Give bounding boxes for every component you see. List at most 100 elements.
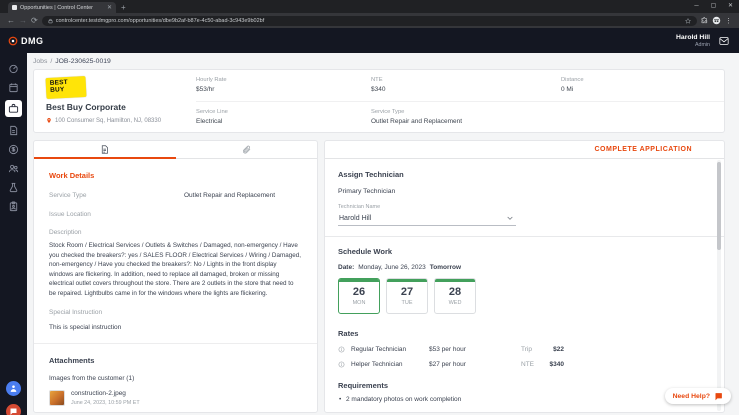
- primary-technician-label: Primary Technician: [338, 188, 396, 195]
- schedule-work-title: Schedule Work: [338, 247, 393, 256]
- complete-application-button[interactable]: COMPLETE APPLICATION: [595, 146, 693, 153]
- document-icon: [102, 145, 109, 154]
- job-fields-row-2: Service Line Electrical Service Type Out…: [196, 102, 724, 133]
- browser-tab[interactable]: Opportunities | Control Center ✕: [8, 2, 116, 13]
- date-chip-28[interactable]: 28 WED: [434, 278, 476, 314]
- technician-selected-value: Harold Hill: [339, 214, 372, 222]
- browser-urlbar: ← → ⟳ controlcenter.testdmgpro.com/oppor…: [0, 13, 739, 28]
- special-instruction-label: Special Instruction: [49, 309, 103, 317]
- work-details-card: Work Details Service Type Outlet Repair …: [33, 140, 318, 413]
- attachment-name[interactable]: construction-2.jpeg: [71, 390, 140, 397]
- card-scrollbar-thumb[interactable]: [717, 162, 721, 250]
- work-details-title: Work Details: [49, 171, 95, 180]
- distance-field: Distance 0 Mi: [561, 70, 724, 101]
- bookmark-star-icon[interactable]: [685, 17, 691, 24]
- chip-accent-bar: [339, 279, 379, 282]
- job-fields: Hourly Rate $53/hr NTE $340 Distance 0 M…: [196, 70, 724, 132]
- sidebar-item-payments[interactable]: [8, 143, 20, 155]
- section-divider: [325, 236, 724, 237]
- hourly-rate-label: Hourly Rate: [196, 77, 227, 83]
- tab-close-icon[interactable]: ✕: [107, 4, 112, 11]
- back-button[interactable]: ←: [7, 16, 15, 25]
- user-menu[interactable]: Harold Hill Admin: [676, 34, 710, 48]
- url-field[interactable]: controlcenter.testdmgpro.com/opportuniti…: [41, 15, 697, 26]
- rate-extra-value: $22: [553, 346, 564, 353]
- rate-extra-label: NTE: [521, 361, 534, 368]
- sidebar-item-labs[interactable]: [8, 181, 20, 193]
- attachment-thumbnail[interactable]: [49, 390, 65, 407]
- rate-extra-value: $340: [549, 361, 564, 368]
- attachments-title: Attachments: [49, 356, 95, 366]
- technician-select[interactable]: Harold Hill: [338, 211, 516, 226]
- date-chip-26[interactable]: 26 MON: [338, 278, 380, 314]
- sidebar-item-technicians[interactable]: [8, 162, 20, 174]
- chip-day: 28: [448, 286, 462, 298]
- chip-weekday: MON: [352, 300, 366, 306]
- rate-row-helper: Helper Technician $27 per hour NTE $340: [338, 361, 564, 368]
- window-close-button[interactable]: ✕: [722, 0, 739, 13]
- job-address: 100 Consumer Sq, Hamilton, NJ, 08330: [55, 117, 162, 124]
- date-label: Date:: [338, 264, 355, 271]
- chip-day: 26: [352, 286, 366, 298]
- chevron-down-icon: [507, 216, 513, 220]
- paperclip-icon: [242, 145, 251, 154]
- chat-widget-icon[interactable]: [6, 404, 21, 415]
- application-card: COMPLETE APPLICATION Assign Technician P…: [324, 140, 725, 413]
- chip-accent-bar: [435, 279, 475, 282]
- details-tabbar: [34, 141, 317, 159]
- refresh-button[interactable]: ⟳: [31, 16, 38, 25]
- chip-weekday: WED: [448, 300, 462, 306]
- job-summary-card: BEST BUY Best Buy Corporate 100 Consumer…: [33, 69, 725, 133]
- info-icon[interactable]: [338, 361, 345, 368]
- breadcrumb-separator: /: [50, 58, 53, 65]
- detail-service-type-label: Service Type: [49, 192, 87, 199]
- chat-bubble-icon: [715, 392, 722, 400]
- need-help-button[interactable]: Need Help?: [664, 388, 731, 404]
- new-tab-button[interactable]: +: [121, 3, 126, 12]
- user-name: Harold Hill: [676, 33, 710, 41]
- attachments-divider: [34, 343, 317, 345]
- service-line-field: Service Line Electrical: [196, 102, 371, 133]
- messages-icon[interactable]: [718, 36, 730, 46]
- lock-icon: [48, 18, 53, 24]
- tab-attachments[interactable]: [176, 141, 318, 158]
- hourly-rate-field: Hourly Rate $53/hr: [196, 70, 371, 101]
- sidebar-item-reports[interactable]: [8, 200, 20, 212]
- attachment-date: June 24, 2023, 10:59 PM ET: [71, 400, 140, 407]
- accessibility-widget-icon[interactable]: [6, 381, 21, 396]
- schedule-date-line: Date: Monday, June 26, 2023 Tomorrow: [338, 264, 711, 271]
- work-details-body: Work Details Service Type Outlet Repair …: [34, 159, 317, 412]
- screen: Opportunities | Control Center ✕ + ─ ▢ ✕…: [0, 0, 739, 415]
- url-text: controlcenter.testdmgpro.com/opportuniti…: [55, 17, 265, 24]
- date-badge: Tomorrow: [429, 264, 462, 271]
- description-label: Description: [49, 229, 82, 236]
- window-maximize-button[interactable]: ▢: [705, 0, 722, 13]
- date-chip-27[interactable]: 27 TUE: [386, 278, 428, 314]
- extensions-icon[interactable]: [701, 17, 708, 24]
- window-minimize-button[interactable]: ─: [688, 0, 705, 13]
- sidebar-item-jobs[interactable]: [5, 100, 22, 117]
- sidebar-item-dashboard[interactable]: [8, 62, 20, 74]
- browser-menu-icon[interactable]: ⋮: [725, 17, 732, 25]
- sidebar-item-invoices[interactable]: [8, 124, 20, 136]
- info-icon[interactable]: [338, 346, 345, 353]
- breadcrumb-jobs-link[interactable]: Jobs: [33, 58, 47, 65]
- location-pin-icon: [47, 118, 51, 123]
- rate-row-regular: Regular Technician $53 per hour Trip $22: [338, 346, 564, 353]
- bestbuy-logo-line2: BUY: [49, 86, 65, 95]
- sidebar: [0, 53, 27, 415]
- forward-button[interactable]: →: [19, 16, 27, 25]
- window-controls: ─ ▢ ✕: [688, 0, 739, 13]
- incognito-icon[interactable]: [712, 16, 721, 25]
- date-chips: 26 MON 27 TUE 28 WED: [338, 278, 711, 314]
- nte-label: NTE: [371, 77, 383, 83]
- rate-value: $27 per hour: [429, 361, 466, 368]
- rates-title: Rates: [338, 329, 359, 338]
- dmg-logo: DMG: [8, 36, 44, 46]
- nte-value: $340: [371, 86, 386, 93]
- tab-work-details[interactable]: [34, 141, 176, 159]
- sidebar-item-opportunities[interactable]: [8, 81, 20, 93]
- app-header: DMG Harold Hill Admin: [0, 28, 739, 53]
- detail-service-type-value: Outlet Repair and Replacement: [184, 192, 276, 199]
- card-scrollbar-track[interactable]: [717, 160, 721, 411]
